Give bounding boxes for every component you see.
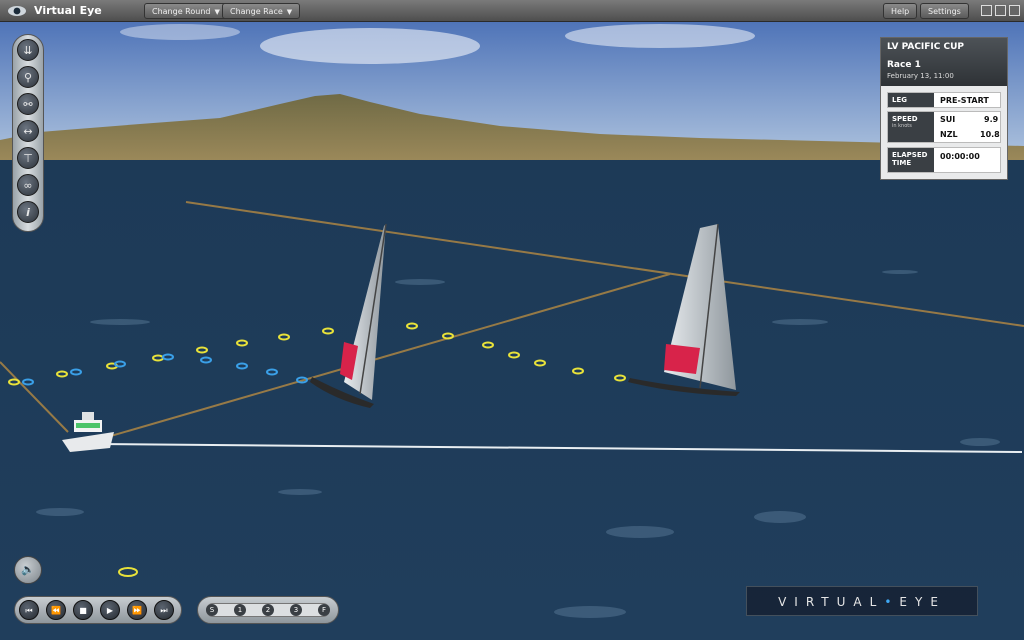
link-icon[interactable]: ∞ <box>17 174 39 196</box>
race-scene[interactable] <box>0 22 1024 640</box>
app-title: Virtual Eye <box>34 4 102 17</box>
chevron-down-icon: ▼ <box>214 8 220 16</box>
view-toolbar: ⇊ ⚲ ⚯ ↔ ⊤ ∞ i <box>12 34 44 232</box>
leg-value: PRE-START <box>940 96 989 105</box>
minimize-icon[interactable] <box>981 5 992 16</box>
team-nzl: NZL <box>940 130 958 139</box>
speed-row: SPEED in knots SUI 9.9 NZL 10.8 <box>887 111 1001 143</box>
race-info-panel: LV PACIFIC CUP Race 1 February 13, 11:00… <box>880 37 1008 180</box>
virtual-eye-brand: VIRTUAL•EYE <box>746 586 978 616</box>
change-race-label: Change Race <box>230 7 283 16</box>
skip-start-icon[interactable]: ⏮ <box>19 600 39 620</box>
width-icon[interactable]: ↔ <box>17 120 39 142</box>
elapsed-label: ELAPSED TIME <box>888 148 934 172</box>
change-round-button[interactable]: Change Round ▼ <box>144 3 228 19</box>
leg-label: LEG <box>888 93 934 107</box>
camera-icon[interactable]: ⊤ <box>17 147 39 169</box>
play-icon[interactable]: ▶ <box>100 600 120 620</box>
cup-title: LV PACIFIC CUP <box>887 42 965 52</box>
elapsed-value: 00:00:00 <box>940 152 980 161</box>
settings-button[interactable]: Settings <box>920 3 969 19</box>
scene-graphic <box>0 22 1024 640</box>
timeline-mark-1[interactable]: 1 <box>234 604 246 616</box>
info-icon[interactable]: i <box>17 201 39 223</box>
speed-unit: in knots <box>892 123 912 129</box>
restore-icon[interactable] <box>995 5 1006 16</box>
chevron-down-icon: ▼ <box>286 8 293 16</box>
stop-icon[interactable]: ■ <box>73 600 93 620</box>
eye-logo-icon <box>8 6 26 16</box>
help-button[interactable]: Help <box>883 3 918 19</box>
speed-nzl: 10.8 <box>980 130 1000 139</box>
elapsed-label-1: ELAPSED <box>892 151 928 159</box>
brand-right: EYE <box>899 595 946 609</box>
speed-label: SPEED in knots <box>888 112 934 142</box>
fast-forward-icon[interactable]: ⏩ <box>127 600 147 620</box>
timeline-mark-3[interactable]: 3 <box>290 604 302 616</box>
team-sui: SUI <box>940 115 956 124</box>
panel-header: LV PACIFIC CUP Race 1 February 13, 11:00 <box>881 38 1007 86</box>
skip-end-icon[interactable]: ⏭ <box>154 600 174 620</box>
title-bar: Virtual Eye Change Round ▼ Change Race ▼ H… <box>0 0 1024 22</box>
timeline-mark-start[interactable]: S <box>206 604 218 616</box>
speed-label-text: SPEED <box>892 115 918 123</box>
brand-dot-icon: • <box>884 595 900 609</box>
boats-icon[interactable]: ⇊ <box>17 39 39 61</box>
race-date: February 13, 11:00 <box>887 72 954 80</box>
timeline-mark-2[interactable]: 2 <box>262 604 274 616</box>
speed-sui: 9.9 <box>984 115 999 124</box>
elapsed-row: ELAPSED TIME 00:00:00 <box>887 147 1001 173</box>
timeline-mark-finish[interactable]: F <box>318 604 330 616</box>
close-icon[interactable] <box>1009 5 1020 16</box>
change-race-button[interactable]: Change Race ▼ <box>222 3 301 19</box>
race-name: Race 1 <box>887 60 921 70</box>
race-timeline[interactable]: S 1 2 3 F <box>197 596 339 624</box>
brand-left: VIRTUAL <box>778 595 885 609</box>
change-round-label: Change Round <box>152 7 211 16</box>
leg-row: LEG PRE-START <box>887 92 1001 108</box>
follow-icon[interactable]: ⚯ <box>17 93 39 115</box>
marks-icon[interactable]: ⚲ <box>17 66 39 88</box>
playback-controls: ⏮ ⏪ ■ ▶ ⏩ ⏭ <box>14 596 182 624</box>
audio-icon[interactable]: 🔈 <box>14 556 42 584</box>
rewind-icon[interactable]: ⏪ <box>46 600 66 620</box>
elapsed-label-2: TIME <box>892 159 912 167</box>
